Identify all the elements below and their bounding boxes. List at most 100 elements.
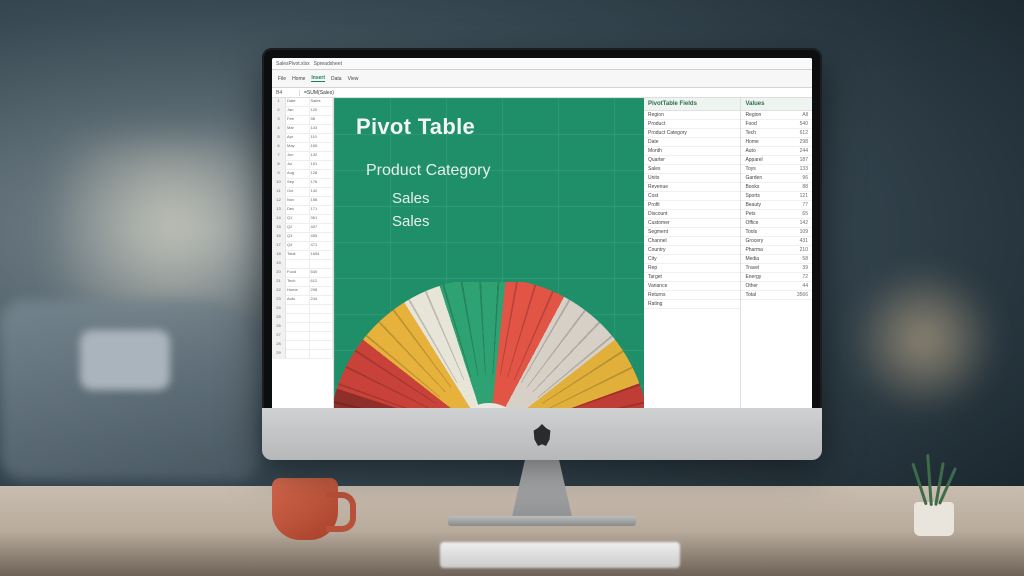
grid-row[interactable]: 2Jan120 xyxy=(272,107,333,116)
grid-cell[interactable]: Date xyxy=(286,98,310,107)
grid-row[interactable]: 27 xyxy=(272,332,333,341)
field-item[interactable]: Rep xyxy=(644,264,740,273)
value-row[interactable]: Pets65 xyxy=(741,210,812,219)
grid-row[interactable]: 17Q4471 xyxy=(272,242,333,251)
ribbon-tab-data[interactable]: Data xyxy=(331,76,342,82)
value-row[interactable]: Tech612 xyxy=(741,129,812,138)
left-data-grid[interactable]: 1DateSales2Jan1203Feb984Mar1435Apr1106Ma… xyxy=(272,98,334,438)
value-row[interactable]: RegionAll xyxy=(741,111,812,120)
grid-row[interactable]: 21Tech612 xyxy=(272,278,333,287)
grid-cell[interactable]: 98 xyxy=(310,116,334,125)
grid-cell[interactable]: 612 xyxy=(310,278,334,287)
grid-cell[interactable]: Aug xyxy=(286,170,310,179)
ribbon-tab-insert[interactable]: Insert xyxy=(311,75,325,82)
grid-row[interactable]: 6May165 xyxy=(272,143,333,152)
grid-cell[interactable]: Q1 xyxy=(286,215,310,224)
field-item[interactable]: Rating xyxy=(644,300,740,309)
grid-cell[interactable] xyxy=(286,323,310,332)
grid-cell[interactable]: 361 xyxy=(310,215,334,224)
field-item[interactable]: Returns xyxy=(644,291,740,300)
grid-cell[interactable]: Jul xyxy=(286,161,310,170)
grid-cell[interactable]: 151 xyxy=(310,161,334,170)
grid-cell[interactable]: 132 xyxy=(310,152,334,161)
grid-cell[interactable]: 165 xyxy=(310,143,334,152)
value-row[interactable]: Tools109 xyxy=(741,228,812,237)
grid-cell[interactable]: 143 xyxy=(310,125,334,134)
pivot-value-field-1[interactable]: Sales xyxy=(334,190,644,207)
grid-row[interactable]: 4Mar143 xyxy=(272,125,333,134)
grid-cell[interactable]: Dec xyxy=(286,206,310,215)
field-item[interactable]: Date xyxy=(644,138,740,147)
grid-row[interactable]: 22Home298 xyxy=(272,287,333,296)
grid-cell[interactable]: 540 xyxy=(310,269,334,278)
grid-row[interactable]: 10Sep176 xyxy=(272,179,333,188)
field-item[interactable]: City xyxy=(644,255,740,264)
grid-row[interactable]: 23Auto244 xyxy=(272,296,333,305)
grid-cell[interactable]: Nov xyxy=(286,197,310,206)
grid-cell[interactable]: 1694 xyxy=(310,251,334,260)
grid-cell[interactable] xyxy=(286,305,310,314)
grid-cell[interactable]: Tech xyxy=(286,278,310,287)
value-row[interactable]: Books88 xyxy=(741,183,812,192)
grid-cell[interactable]: 128 xyxy=(310,170,334,179)
grid-cell[interactable] xyxy=(310,341,334,350)
grid-row[interactable]: 13Dec171 xyxy=(272,206,333,215)
grid-cell[interactable]: Jan xyxy=(286,107,310,116)
grid-cell[interactable] xyxy=(286,350,310,359)
value-row[interactable]: Food540 xyxy=(741,120,812,129)
grid-row[interactable]: 26 xyxy=(272,323,333,332)
grid-cell[interactable]: Q3 xyxy=(286,233,310,242)
pivot-field-list[interactable]: PivotTable Fields RegionProductProduct C… xyxy=(644,98,741,438)
formula-input[interactable]: =SUM(Sales) xyxy=(300,90,808,96)
value-row[interactable]: Media58 xyxy=(741,255,812,264)
grid-cell[interactable]: 142 xyxy=(310,188,334,197)
grid-cell[interactable]: 176 xyxy=(310,179,334,188)
grid-cell[interactable]: Feb xyxy=(286,116,310,125)
pivot-row-field[interactable]: Product Category xyxy=(334,162,644,180)
grid-row[interactable]: 1DateSales xyxy=(272,98,333,107)
ribbon-tab-view[interactable]: View xyxy=(348,76,359,82)
grid-row[interactable]: 29 xyxy=(272,350,333,359)
grid-cell[interactable]: 120 xyxy=(310,107,334,116)
field-item[interactable]: Variance xyxy=(644,282,740,291)
value-row[interactable]: Travel39 xyxy=(741,264,812,273)
grid-cell[interactable]: Q2 xyxy=(286,224,310,233)
ribbon-tab-home[interactable]: Home xyxy=(292,76,305,82)
grid-cell[interactable]: Apr xyxy=(286,134,310,143)
pivot-value-field-2[interactable]: Sales xyxy=(334,213,644,230)
grid-cell[interactable] xyxy=(286,341,310,350)
field-item[interactable]: Country xyxy=(644,246,740,255)
field-item[interactable]: Units xyxy=(644,174,740,183)
value-row[interactable]: Apparel187 xyxy=(741,156,812,165)
grid-cell[interactable]: Sales xyxy=(310,98,334,107)
grid-row[interactable]: 14Q1361 xyxy=(272,215,333,224)
field-item[interactable]: Sales xyxy=(644,165,740,174)
value-row[interactable]: Total3566 xyxy=(741,291,812,300)
grid-cell[interactable] xyxy=(310,323,334,332)
grid-cell[interactable]: Jun xyxy=(286,152,310,161)
value-row[interactable]: Office142 xyxy=(741,219,812,228)
value-row[interactable]: Garden96 xyxy=(741,174,812,183)
grid-row[interactable]: 18Total1694 xyxy=(272,251,333,260)
grid-cell[interactable]: Mar xyxy=(286,125,310,134)
field-item[interactable]: Revenue xyxy=(644,183,740,192)
grid-cell[interactable]: 455 xyxy=(310,233,334,242)
grid-row[interactable]: 3Feb98 xyxy=(272,116,333,125)
field-item[interactable]: Channel xyxy=(644,237,740,246)
grid-row[interactable]: 20Food540 xyxy=(272,269,333,278)
grid-row[interactable]: 15Q2407 xyxy=(272,224,333,233)
field-item[interactable]: Product Category xyxy=(644,129,740,138)
grid-cell[interactable]: Food xyxy=(286,269,310,278)
pivot-values-panel[interactable]: Values RegionAllFood540Tech612Home298Aut… xyxy=(741,98,812,438)
grid-cell[interactable]: Auto xyxy=(286,296,310,305)
value-row[interactable]: Grocery431 xyxy=(741,237,812,246)
value-row[interactable]: Auto244 xyxy=(741,147,812,156)
field-item[interactable]: Month xyxy=(644,147,740,156)
field-item[interactable]: Region xyxy=(644,111,740,120)
grid-cell[interactable]: Sep xyxy=(286,179,310,188)
field-item[interactable]: Customer xyxy=(644,219,740,228)
value-row[interactable]: Beauty77 xyxy=(741,201,812,210)
value-row[interactable]: Toys133 xyxy=(741,165,812,174)
grid-cell[interactable] xyxy=(286,260,310,269)
grid-cell[interactable]: 298 xyxy=(310,287,334,296)
